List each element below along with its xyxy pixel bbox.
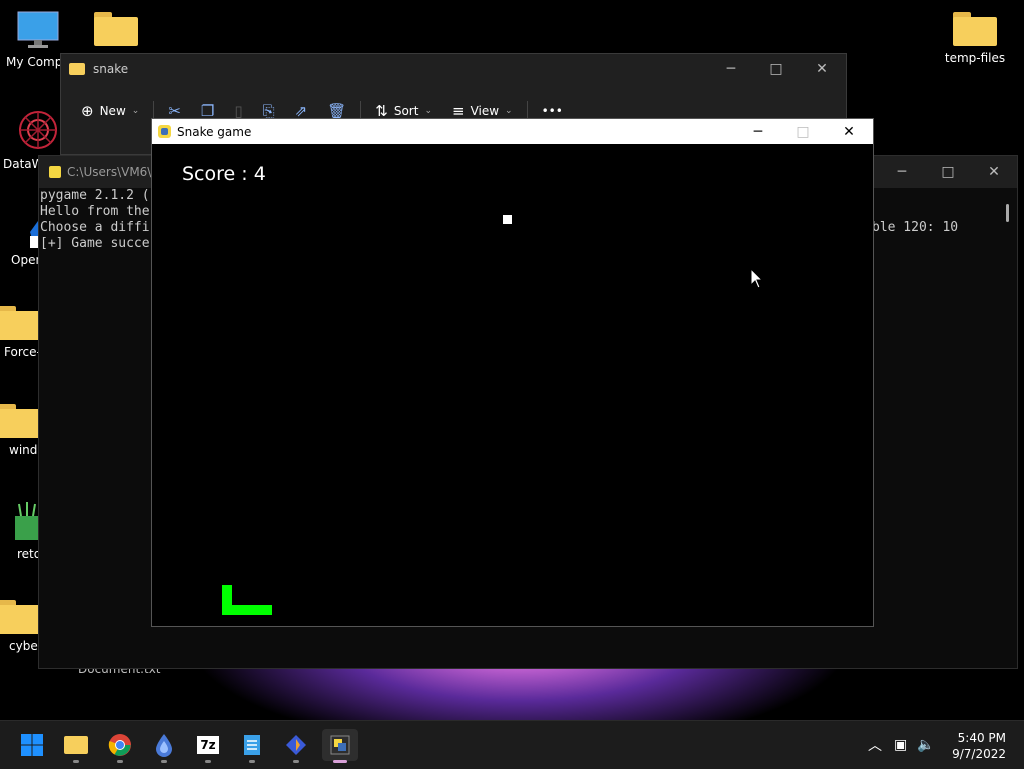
folder-icon <box>69 63 85 75</box>
minimize-button[interactable]: ─ <box>879 156 925 188</box>
chevron-down-icon: ⌄ <box>424 106 432 116</box>
food-pellet <box>503 215 512 224</box>
console-line: Choose a diffi <box>40 220 150 235</box>
running-indicator <box>249 760 255 763</box>
running-indicator <box>117 760 123 763</box>
python-console-icon <box>49 166 61 178</box>
view-label: View <box>470 104 500 118</box>
folder-icon <box>64 736 88 754</box>
running-indicator <box>161 760 167 763</box>
folder-icon <box>0 404 42 438</box>
computer-icon <box>17 11 59 48</box>
folder-icon <box>0 600 42 634</box>
console-line: Hello from the <box>40 204 150 219</box>
start-button[interactable] <box>14 729 50 761</box>
taskbar-7zip[interactable]: 7z <box>190 729 226 763</box>
snake-titlebar[interactable]: Snake game ─ □ ✕ <box>152 119 873 144</box>
clock-date: 9/7/2022 <box>952 747 1006 761</box>
score-display: Score : 4 <box>182 163 266 185</box>
new-label: New <box>99 104 126 118</box>
taskbar-drop-app[interactable] <box>146 729 182 763</box>
running-indicator <box>205 760 211 763</box>
chevron-up-icon[interactable]: ︿ <box>868 735 882 755</box>
close-button[interactable]: ✕ <box>826 119 872 144</box>
explorer-title: snake <box>93 62 129 76</box>
mouse-cursor <box>750 268 764 289</box>
console-scrollbar[interactable] <box>1006 204 1009 222</box>
desktop-icon-temp-files[interactable]: temp-files <box>937 12 1013 65</box>
snake-title: Snake game <box>177 124 252 139</box>
chevron-down-icon: ⌄ <box>131 106 140 116</box>
chrome-icon <box>108 734 131 756</box>
taskbar: 7z ︿ ▣ 🔈 5:40 PM 9/7/2022 <box>0 720 1024 769</box>
running-indicator <box>293 760 299 763</box>
folder-icon <box>953 12 997 46</box>
console-line-right: ble 120: 10 <box>872 220 959 235</box>
taskbar-chrome[interactable] <box>102 729 138 763</box>
taskbar-python[interactable] <box>322 729 358 763</box>
more-label: ••• <box>541 104 563 118</box>
console-line: pygame 2.1.2 ( <box>40 188 150 203</box>
volume-icon[interactable]: 🔈 <box>917 737 934 753</box>
running-indicator <box>73 760 79 763</box>
installer-icon <box>286 735 306 755</box>
maximize-button[interactable]: □ <box>780 119 826 144</box>
running-indicator <box>333 760 347 763</box>
maximize-button[interactable]: □ <box>925 156 971 188</box>
taskbar-file-explorer[interactable] <box>58 729 94 763</box>
maximize-button[interactable]: □ <box>753 54 799 84</box>
folder-icon <box>94 12 138 46</box>
console-title: C:\Users\VM6\D <box>67 165 161 179</box>
more-options-button[interactable]: ••• <box>532 104 573 118</box>
desktop-icon-label: temp-files <box>944 51 1006 65</box>
network-icon[interactable]: ▣ <box>894 737 907 753</box>
clock[interactable]: 5:40 PM 9/7/2022 <box>952 730 1006 762</box>
chevron-down-icon: ⌄ <box>505 106 513 116</box>
taskbar-notepad[interactable] <box>234 729 270 763</box>
pygame-icon <box>158 125 171 138</box>
console-line: [+] Game succe <box>40 236 150 251</box>
7zip-icon: 7z <box>197 736 219 754</box>
python-icon <box>330 735 350 755</box>
desktop-icon-folder[interactable] <box>78 12 154 49</box>
clock-time: 5:40 PM <box>957 731 1006 745</box>
droplet-icon <box>156 734 172 757</box>
dataw-app-icon <box>19 111 57 149</box>
minimize-button[interactable]: ─ <box>735 119 781 144</box>
close-button[interactable]: ✕ <box>799 54 845 84</box>
snake-game-window[interactable]: Snake game ─ □ ✕ Score : 4 <box>151 118 874 627</box>
system-tray: ︿ ▣ 🔈 <box>868 721 935 769</box>
plus-circle-icon: ⊕ <box>81 102 94 120</box>
close-button[interactable]: ✕ <box>971 156 1017 188</box>
desktop: My Compu DataW Open Force- windo reto cy… <box>0 0 1024 720</box>
sort-label: Sort <box>393 104 419 118</box>
new-button[interactable]: ⊕ New ⌄ <box>61 102 149 120</box>
snake-segment <box>222 605 272 615</box>
notepad-icon <box>244 735 260 755</box>
taskbar-installer[interactable] <box>278 729 314 763</box>
folder-icon <box>0 306 42 340</box>
windows-logo-icon <box>21 734 43 756</box>
minimize-button[interactable]: ─ <box>708 54 754 84</box>
